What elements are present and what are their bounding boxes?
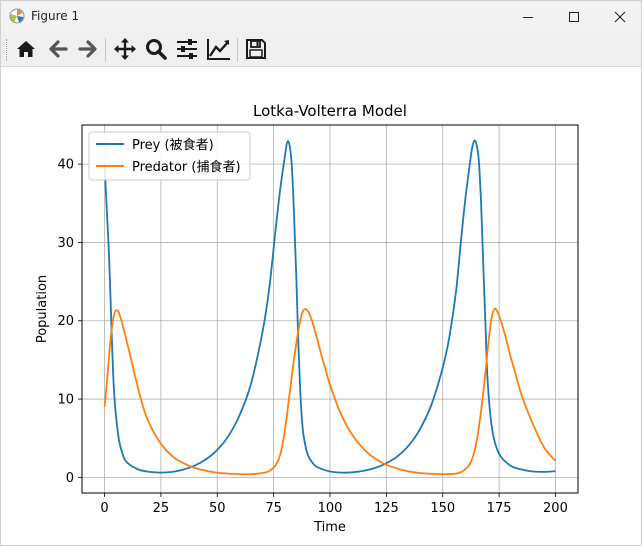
minimize-button[interactable]: [505, 1, 551, 32]
y-axis-label: Population: [35, 275, 50, 343]
save-icon: [246, 39, 266, 59]
forward-icon: [78, 40, 97, 58]
zoom-button[interactable]: [142, 36, 170, 62]
navigation-toolbar: [1, 32, 641, 67]
back-button[interactable]: [44, 36, 72, 62]
close-button[interactable]: [597, 1, 642, 32]
home-button[interactable]: [12, 36, 40, 62]
x-tick-label: 150: [430, 501, 455, 516]
save-button[interactable]: [242, 36, 270, 62]
back-icon: [49, 40, 68, 58]
x-tick-label: 75: [265, 501, 282, 516]
configure-subplots-icon: [177, 39, 197, 59]
y-tick-label: 0: [66, 471, 74, 486]
home-icon: [17, 41, 35, 57]
pan-icon: [114, 38, 136, 60]
edit-axis-button[interactable]: [205, 36, 233, 62]
y-tick-label: 30: [57, 236, 74, 251]
edit-axis-icon: [207, 39, 230, 60]
y-tick-label: 40: [57, 158, 74, 173]
x-tick-label: 100: [318, 501, 343, 516]
legend-label-prey: Prey (被食者): [132, 137, 214, 153]
maximize-button[interactable]: [551, 1, 597, 32]
minimize-icon: [523, 16, 533, 18]
toolbar-separator: [105, 38, 106, 62]
close-icon: [614, 11, 626, 22]
matplotlib-app-icon: [9, 8, 25, 24]
maximize-icon: [569, 11, 579, 22]
zoom-icon: [146, 39, 167, 60]
toolbar-grip[interactable]: [6, 39, 9, 61]
y-tick-label: 20: [57, 314, 74, 329]
figure-canvas[interactable]: Lotka-Volterra Model 0 25 50 75 100 125 150 175…: [1, 67, 641, 545]
x-tick-label: 50: [209, 501, 226, 516]
x-tick-label: 175: [487, 501, 512, 516]
x-tick-label: 0: [100, 501, 108, 516]
pan-button[interactable]: [111, 36, 139, 62]
y-tick-label: 10: [57, 393, 74, 408]
configure-subplots-button[interactable]: [173, 36, 201, 62]
legend: Prey (被食者) Predator (捕食者): [88, 131, 251, 181]
chart-title: Lotka-Volterra Model: [253, 102, 407, 120]
legend-label-predator: Predator (捕食者): [132, 159, 241, 175]
title-bar: Figure 1: [1, 1, 641, 32]
x-tick-label: 25: [153, 501, 170, 516]
forward-button[interactable]: [74, 36, 102, 62]
window-title: Figure 1: [31, 9, 80, 23]
x-tick-label: 125: [374, 501, 399, 516]
x-axis-label: Time: [313, 520, 346, 535]
figure-window: Figure 1 Lotka-Volterra Model 0 25 50 75…: [0, 0, 642, 546]
toolbar-separator: [237, 38, 238, 62]
x-tick-label: 200: [543, 501, 568, 516]
